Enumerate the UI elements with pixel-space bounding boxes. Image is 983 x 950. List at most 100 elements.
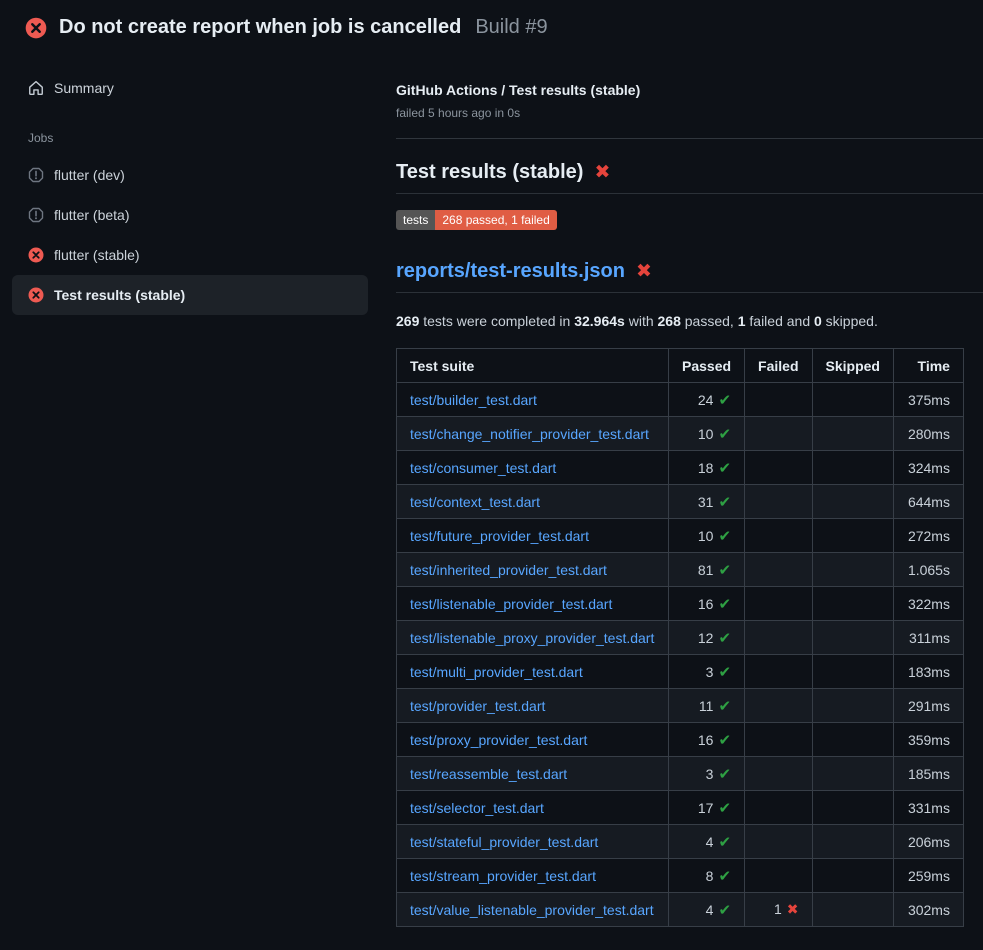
skipped-cell — [812, 893, 893, 927]
summary-segment: failed and — [746, 313, 815, 329]
sidebar-item-test-results-stable[interactable]: Test results (stable) — [12, 275, 368, 315]
summary-segment: tests were completed in — [419, 313, 574, 329]
report-file-link[interactable]: reports/test-results.json — [396, 260, 625, 283]
skipped-cell — [812, 587, 893, 621]
suite-link[interactable]: test/builder_test.dart — [410, 392, 537, 408]
passed-cell-value: 3 — [706, 766, 714, 782]
passed-cell: 8✔ — [669, 859, 745, 893]
failed-cell — [745, 485, 812, 519]
suite-cell: test/selector_test.dart — [397, 791, 669, 825]
home-icon — [28, 80, 44, 96]
suite-link[interactable]: test/proxy_provider_test.dart — [410, 732, 587, 748]
sidebar-item-label: flutter (stable) — [54, 247, 140, 263]
sidebar-item-flutter-dev[interactable]: flutter (dev) — [12, 155, 368, 195]
column-header: Test suite — [397, 349, 669, 383]
passed-cell-value: 24 — [698, 392, 714, 408]
time-cell: 206ms — [893, 825, 963, 859]
suite-link[interactable]: test/stream_provider_test.dart — [410, 868, 596, 884]
failed-status-icon — [28, 287, 44, 303]
failed-cell — [745, 689, 812, 723]
skipped-cell — [812, 825, 893, 859]
time-cell: 322ms — [893, 587, 963, 621]
passed-cell-value: 18 — [698, 460, 714, 476]
failed-cell — [745, 383, 812, 417]
passed-cell: 17✔ — [669, 791, 745, 825]
failed-cell — [745, 553, 812, 587]
sidebar-item-flutter-beta[interactable]: flutter (beta) — [12, 195, 368, 235]
sidebar-item-summary[interactable]: Summary — [12, 69, 368, 107]
sidebar: Summary Jobs flutter (dev) flutter (beta… — [0, 53, 380, 315]
suite-link[interactable]: test/selector_test.dart — [410, 800, 544, 816]
passed-cell: 10✔ — [669, 519, 745, 553]
time-cell: 644ms — [893, 485, 963, 519]
suite-link[interactable]: test/provider_test.dart — [410, 698, 545, 714]
check-icon: ✔ — [718, 460, 731, 477]
suite-link[interactable]: test/reassemble_test.dart — [410, 766, 567, 782]
table-row: test/stream_provider_test.dart 8✔ 259ms — [397, 859, 964, 893]
suite-link[interactable]: test/stateful_provider_test.dart — [410, 834, 598, 850]
skipped-cell — [812, 757, 893, 791]
table-row: test/change_notifier_provider_test.dart1… — [397, 417, 964, 451]
suite-link[interactable]: test/consumer_test.dart — [410, 460, 556, 476]
table-row: test/stateful_provider_test.dart4✔206ms — [397, 825, 964, 859]
passed-cell-value: 3 — [706, 664, 714, 680]
table-body: test/builder_test.dart24✔375mstest/chang… — [397, 383, 964, 927]
suite-cell: test/value_listenable_provider_test.dart — [397, 893, 669, 927]
suite-cell: test/reassemble_test.dart — [397, 757, 669, 791]
passed-cell-value: 17 — [698, 800, 714, 816]
failed-cell — [745, 723, 812, 757]
failed-cell — [745, 791, 812, 825]
run-status-subtitle: failed 5 hours ago in 0s — [396, 105, 983, 121]
breadcrumb: GitHub Actions / Test results (stable) — [396, 81, 983, 100]
column-header: Skipped — [812, 349, 893, 383]
run-title: Do not create report when job is cancell… — [59, 16, 461, 39]
passed-cell-value: 16 — [698, 732, 714, 748]
suite-link[interactable]: test/multi_provider_test.dart — [410, 664, 583, 680]
table-header-row: Test suitePassedFailedSkippedTime — [397, 349, 964, 383]
time-cell: 311ms — [893, 621, 963, 655]
badge-label: tests — [396, 210, 435, 230]
suite-link[interactable]: test/change_notifier_provider_test.dart — [410, 426, 649, 442]
suite-cell: test/consumer_test.dart — [397, 451, 669, 485]
suite-cell: test/context_test.dart — [397, 485, 669, 519]
cross-icon: ✖ — [787, 901, 799, 917]
check-icon: ✔ — [718, 528, 731, 545]
cross-mark-icon: ✖ — [636, 262, 652, 281]
failed-cell — [745, 621, 812, 655]
table-row: test/builder_test.dart24✔375ms — [397, 383, 964, 417]
suite-link[interactable]: test/listenable_proxy_provider_test.dart — [410, 630, 654, 646]
passed-cell: 16✔ — [669, 723, 745, 757]
test-results-table: Test suitePassedFailedSkippedTime test/b… — [396, 348, 964, 927]
badge-value: 268 passed, 1 failed — [435, 210, 556, 230]
suite-link[interactable]: test/listenable_provider_test.dart — [410, 596, 612, 612]
check-icon: ✔ — [718, 426, 731, 443]
failed-cell — [745, 451, 812, 485]
table-row: test/provider_test.dart11✔291ms — [397, 689, 964, 723]
table-row: test/consumer_test.dart18✔324ms — [397, 451, 964, 485]
suite-cell: test/listenable_proxy_provider_test.dart — [397, 621, 669, 655]
column-header: Passed — [669, 349, 745, 383]
skipped-cell — [812, 485, 893, 519]
skipped-cell — [812, 451, 893, 485]
sidebar-item-label: Summary — [54, 80, 114, 96]
skipped-cell — [812, 791, 893, 825]
summary-segment: 1 — [738, 313, 746, 329]
time-cell: 331ms — [893, 791, 963, 825]
check-icon: ✔ — [718, 630, 731, 647]
failed-cell — [745, 655, 812, 689]
column-header: Time — [893, 349, 963, 383]
sidebar-item-label: Test results (stable) — [54, 287, 185, 303]
skipped-cell — [812, 621, 893, 655]
table-row: test/selector_test.dart 17✔ 331ms — [397, 791, 964, 825]
suite-link[interactable]: test/inherited_provider_test.dart — [410, 562, 607, 578]
passed-cell-value: 81 — [698, 562, 714, 578]
sidebar-item-flutter-stable[interactable]: flutter (stable) — [12, 235, 368, 275]
passed-cell: 11✔ — [669, 689, 745, 723]
suite-link[interactable]: test/future_provider_test.dart — [410, 528, 589, 544]
time-cell: 359ms — [893, 723, 963, 757]
time-cell: 259ms — [893, 859, 963, 893]
suite-cell: test/proxy_provider_test.dart — [397, 723, 669, 757]
suite-link[interactable]: test/context_test.dart — [410, 494, 540, 510]
time-cell: 183ms — [893, 655, 963, 689]
suite-link[interactable]: test/value_listenable_provider_test.dart — [410, 902, 654, 918]
